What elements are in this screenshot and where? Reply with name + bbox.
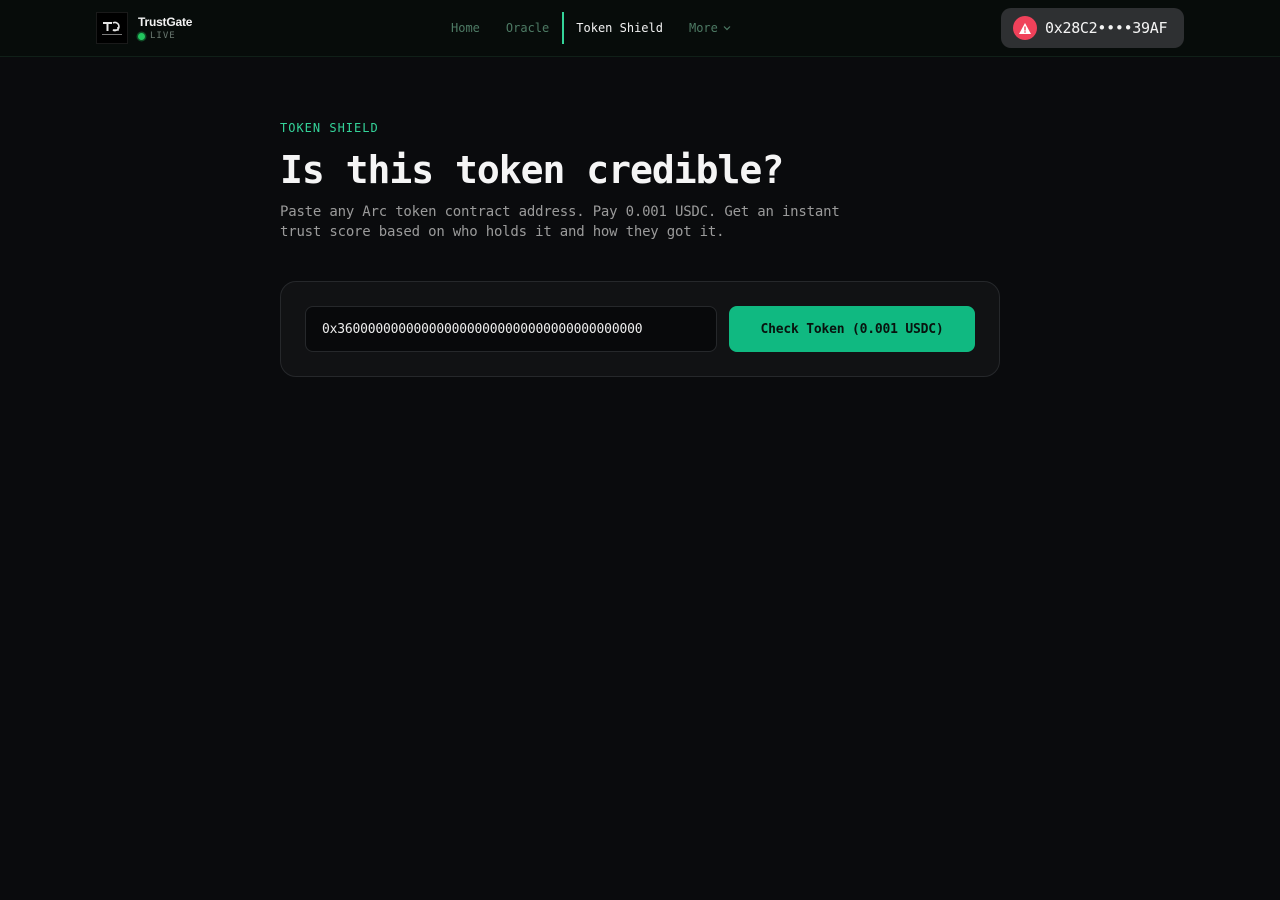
top-navigation-bar: TrustGate LIVE Home Oracle Token Shield … [0,0,1280,57]
page-title: Is this token credible? [280,148,784,192]
wallet-button[interactable]: 0x28C2••••39AF [1001,8,1184,48]
token-address-input[interactable] [305,306,717,352]
live-status-label: LIVE [150,31,176,41]
live-status: LIVE [138,31,192,41]
live-dot-icon [138,32,145,40]
nav-item-more[interactable]: More [676,12,744,44]
trustgate-logo-icon [96,12,128,44]
warning-icon [1013,16,1037,40]
nav-item-label: Home [451,21,480,35]
token-check-card: Check Token (0.001 USDC) [280,281,1000,377]
page-description: Paste any Arc token contract address. Pa… [280,204,840,240]
brand-name: TrustGate [138,15,193,29]
nav-item-label: More [688,21,718,35]
nav-item-label: Oracle [505,21,550,35]
main-nav: Home Oracle Token Shield More [438,12,744,44]
check-token-button[interactable]: Check Token (0.001 USDC) [729,306,975,352]
chevron-down-icon [723,24,731,33]
brand[interactable]: TrustGate LIVE [96,12,192,44]
wallet-address: 0x28C2••••39AF [1045,19,1168,37]
nav-item-oracle[interactable]: Oracle [493,12,562,44]
nav-item-home[interactable]: Home [438,12,493,44]
nav-item-label: Token Shield [576,21,663,35]
nav-item-token-shield[interactable]: Token Shield [562,12,676,44]
section-label: TOKEN SHIELD [280,121,379,135]
